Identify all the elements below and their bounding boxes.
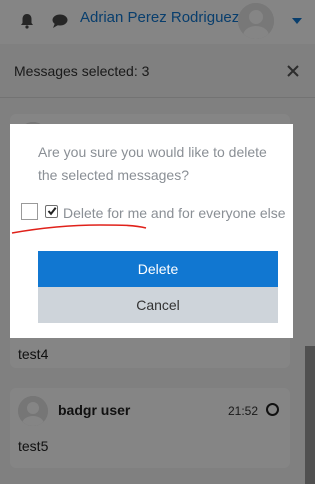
red-annotation-underline (11, 224, 147, 234)
extra-checkbox[interactable] (21, 203, 38, 220)
cancel-button[interactable]: Cancel (38, 287, 278, 323)
delete-for-everyone-checkbox[interactable] (45, 205, 58, 218)
dialog-question: Are you sure you would like to delete th… (38, 144, 267, 183)
delete-confirm-dialog: Are you sure you would like to delete th… (10, 124, 293, 338)
delete-button[interactable]: Delete (38, 251, 278, 287)
